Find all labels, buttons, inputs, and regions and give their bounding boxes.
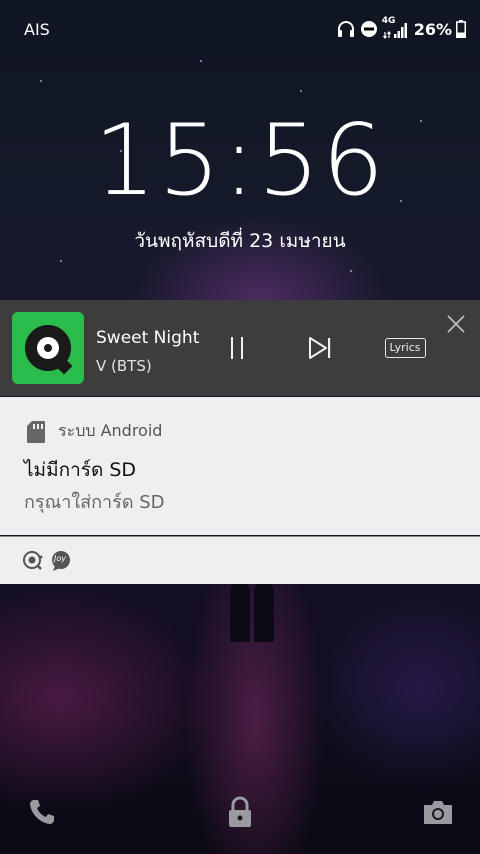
pause-button[interactable]: [222, 330, 252, 366]
silhouette-figure-right: [254, 584, 274, 642]
song-title: Sweet Night: [96, 328, 200, 348]
close-icon: [447, 315, 465, 333]
pause-icon: [231, 337, 243, 359]
next-track-button[interactable]: [302, 330, 338, 366]
sd-card-notification[interactable]: ระบบ Android ไม่มีการ์ด SD กรุณาใส่การ์ด…: [0, 397, 480, 535]
carrier-name: AIS: [24, 20, 50, 39]
camera-icon: [424, 801, 452, 824]
unlock-shortcut[interactable]: [222, 794, 258, 830]
lyrics-label: Lyrics: [384, 338, 426, 358]
joy-small-icon: Joy: [50, 550, 72, 572]
battery-icon: [456, 20, 466, 38]
battery-percent: 26%: [413, 19, 452, 39]
notification-body: กรุณาใส่การ์ด SD: [24, 492, 165, 513]
notification-header: ระบบ Android: [26, 419, 162, 444]
status-icons: 4G 26%: [336, 16, 466, 40]
lock-icon: [229, 796, 251, 827]
notification-footer[interactable]: Joy: [0, 536, 480, 584]
phone-shortcut[interactable]: [24, 794, 60, 830]
close-media-button[interactable]: [444, 312, 468, 336]
lockscreen-date: วันพฤหัสบดีที่ 23 เมษายน: [134, 230, 346, 252]
silhouette-figure-left: [230, 584, 250, 642]
song-artist: V (BTS): [96, 357, 152, 375]
camera-shortcut[interactable]: [420, 794, 456, 830]
media-player-notification[interactable]: Sweet Night V (BTS) Lyrics: [0, 300, 480, 396]
notification-mini-icons: Joy: [22, 550, 72, 572]
signal-icon: 4G: [382, 16, 408, 40]
notification-app-name: ระบบ Android: [58, 421, 163, 440]
joox-app-icon[interactable]: [12, 312, 84, 384]
phone-icon: [30, 800, 54, 824]
do-not-disturb-icon: [360, 20, 378, 38]
lyrics-button[interactable]: Lyrics: [382, 330, 428, 366]
lockscreen-clock: 15:56: [93, 104, 387, 218]
notification-title: ไม่มีการ์ด SD: [24, 459, 137, 481]
joy-label: Joy: [54, 554, 66, 563]
headphones-icon: [336, 19, 356, 39]
next-icon: [309, 337, 331, 359]
status-bar: AIS 4G 26%: [0, 0, 480, 60]
sd-card-icon: [27, 420, 45, 443]
joox-small-icon: [23, 551, 43, 570]
